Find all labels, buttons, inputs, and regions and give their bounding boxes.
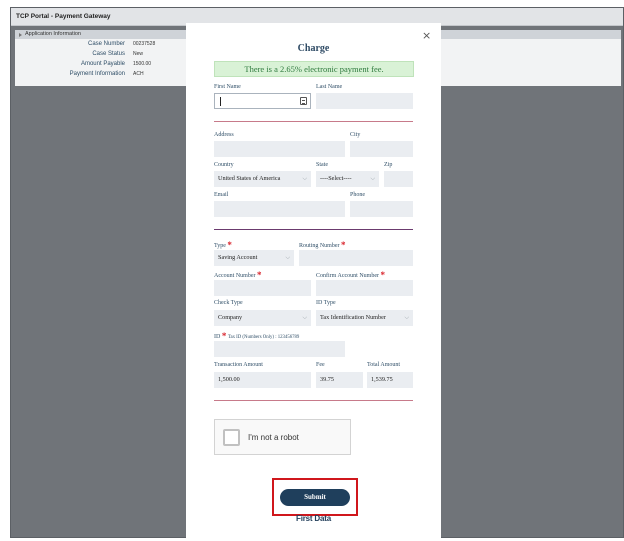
routing-number-label-text: Routing Number [299, 243, 340, 249]
first-data-logo: First Data [296, 514, 331, 523]
id-label: ID * Tax ID (Numbers Only) : 123456789 [214, 330, 300, 341]
country-select[interactable]: United States of America ⌵ [214, 171, 311, 187]
routing-number-label: Routing Number * [299, 239, 346, 250]
id-input[interactable] [214, 341, 345, 357]
text-cursor [220, 97, 221, 106]
state-label: State [316, 162, 328, 168]
state-value: ----Select---- [320, 175, 352, 182]
required-mark: * [257, 270, 262, 280]
account-number-label: Account Number * [214, 269, 262, 280]
recaptcha-label: I'm not a robot [248, 433, 299, 442]
confirm-account-number-label: Confirm Account Number * [316, 269, 386, 280]
first-name-input[interactable] [214, 93, 311, 109]
expand-triangle-icon [19, 33, 22, 37]
email-input[interactable] [214, 201, 345, 217]
chevron-down-icon: ⌵ [302, 314, 307, 321]
transaction-amount-label: Transaction Amount [214, 362, 263, 368]
close-icon[interactable]: × [422, 29, 431, 42]
info-value: New [133, 51, 144, 57]
info-label: Amount Payable [80, 61, 125, 67]
submit-button[interactable]: Submit [280, 489, 350, 506]
account-number-label-text: Account Number [214, 273, 256, 279]
phone-label: Phone [350, 192, 365, 198]
phone-input[interactable] [350, 201, 413, 217]
required-mark: * [341, 240, 346, 250]
total-amount-label: Total Amount [367, 362, 401, 368]
id-type-value: Tax Identification Number [320, 314, 386, 321]
keyboard-icon[interactable] [300, 97, 307, 105]
confirm-account-number-label-text: Confirm Account Number [316, 273, 379, 279]
section-divider [214, 400, 413, 401]
fee-notice: There is a 2.65% electronic payment fee. [214, 61, 414, 77]
confirm-account-number-input[interactable] [316, 280, 413, 296]
recaptcha-widget: I'm not a robot [214, 419, 351, 455]
section-divider [214, 229, 413, 230]
info-label: Payment Information [69, 71, 125, 77]
city-label: City [350, 132, 361, 138]
info-value: 00237528 [133, 41, 156, 47]
id-type-label: ID Type [316, 300, 336, 306]
chevron-down-icon: ⌵ [285, 254, 290, 261]
account-type-value: Saving Account [218, 254, 258, 261]
charge-modal: × Charge There is a 2.65% electronic pay… [186, 23, 441, 541]
check-type-value: Company [218, 314, 243, 321]
info-label: Case Number [87, 41, 125, 47]
chevron-down-icon: ⌵ [404, 314, 409, 321]
last-name-input[interactable] [316, 93, 413, 109]
account-type-select[interactable]: Saving Account ⌵ [214, 250, 294, 266]
fee-field: 39.75 [316, 372, 363, 388]
first-name-label: First Name [214, 84, 241, 90]
id-type-select[interactable]: Tax Identification Number ⌵ [316, 310, 413, 326]
submit-highlight: Submit [272, 478, 358, 516]
last-name-label: Last Name [316, 84, 343, 90]
type-label: Type * [214, 239, 232, 250]
address-label: Address [214, 132, 234, 138]
country-value: United States of America [218, 175, 281, 182]
info-label: Case Status [92, 51, 125, 57]
required-mark: * [380, 270, 386, 280]
city-input[interactable] [350, 141, 413, 157]
id-label-text: ID [214, 334, 221, 340]
fee-label: Fee [316, 362, 325, 368]
required-mark: * [221, 331, 227, 341]
id-hint: Tax ID (Numbers Only) : 123456789 [227, 335, 300, 340]
application-info-title: Application Information [25, 31, 81, 37]
check-type-select[interactable]: Company ⌵ [214, 310, 311, 326]
address-input[interactable] [214, 141, 345, 157]
info-value: 1500.00 [133, 61, 152, 67]
total-amount-field: 1,539.75 [367, 372, 413, 388]
recaptcha-checkbox[interactable] [223, 429, 240, 446]
section-divider [214, 121, 413, 122]
info-value: ACH [133, 71, 144, 77]
chevron-down-icon: ⌵ [370, 175, 375, 182]
state-select[interactable]: ----Select---- ⌵ [316, 171, 379, 187]
zip-input[interactable] [384, 171, 413, 187]
required-mark: * [227, 240, 232, 250]
check-type-label: Check Type [214, 300, 243, 306]
email-label: Email [214, 192, 229, 198]
routing-number-input[interactable] [299, 250, 413, 266]
account-number-input[interactable] [214, 280, 311, 296]
modal-title: Charge [297, 43, 330, 54]
country-label: Country [214, 162, 234, 168]
chevron-down-icon: ⌵ [302, 175, 307, 182]
zip-label: Zip [384, 162, 393, 168]
type-label-text: Type [214, 243, 226, 249]
transaction-amount-field: 1,500.00 [214, 372, 311, 388]
